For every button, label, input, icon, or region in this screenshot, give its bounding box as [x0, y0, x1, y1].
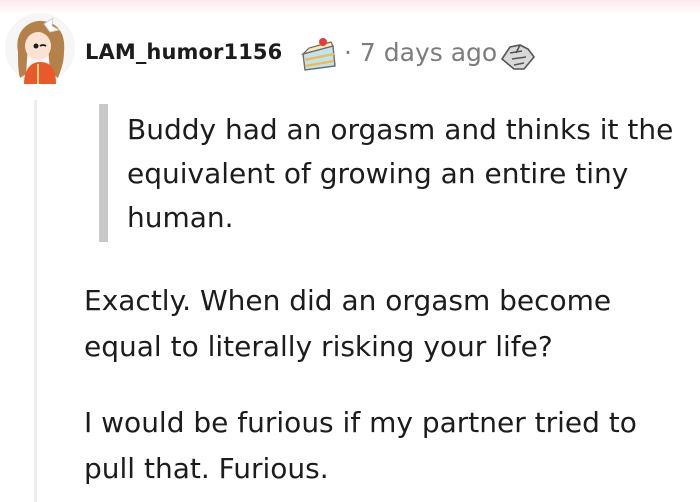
handshake-award-icon[interactable]: [498, 39, 538, 73]
thread-line[interactable]: [34, 100, 37, 502]
comment-paragraph-2: I would be furious if my partner tried t…: [84, 406, 637, 485]
quoted-text: Buddy had an orgasm and thinks it the eq…: [127, 113, 674, 234]
avatar[interactable]: [4, 12, 76, 84]
meta-separator: ·: [344, 38, 352, 67]
username[interactable]: LAM_humor1156: [85, 40, 282, 64]
cake-icon: [300, 38, 336, 71]
timestamp[interactable]: 7 days ago: [360, 38, 497, 67]
header-tint: [0, 0, 700, 14]
comment-paragraph-1: Exactly. When did an orgasm become equal…: [84, 284, 612, 363]
quote-bar: [99, 104, 108, 242]
timestamp-meta: · 7 days ago: [344, 38, 497, 67]
